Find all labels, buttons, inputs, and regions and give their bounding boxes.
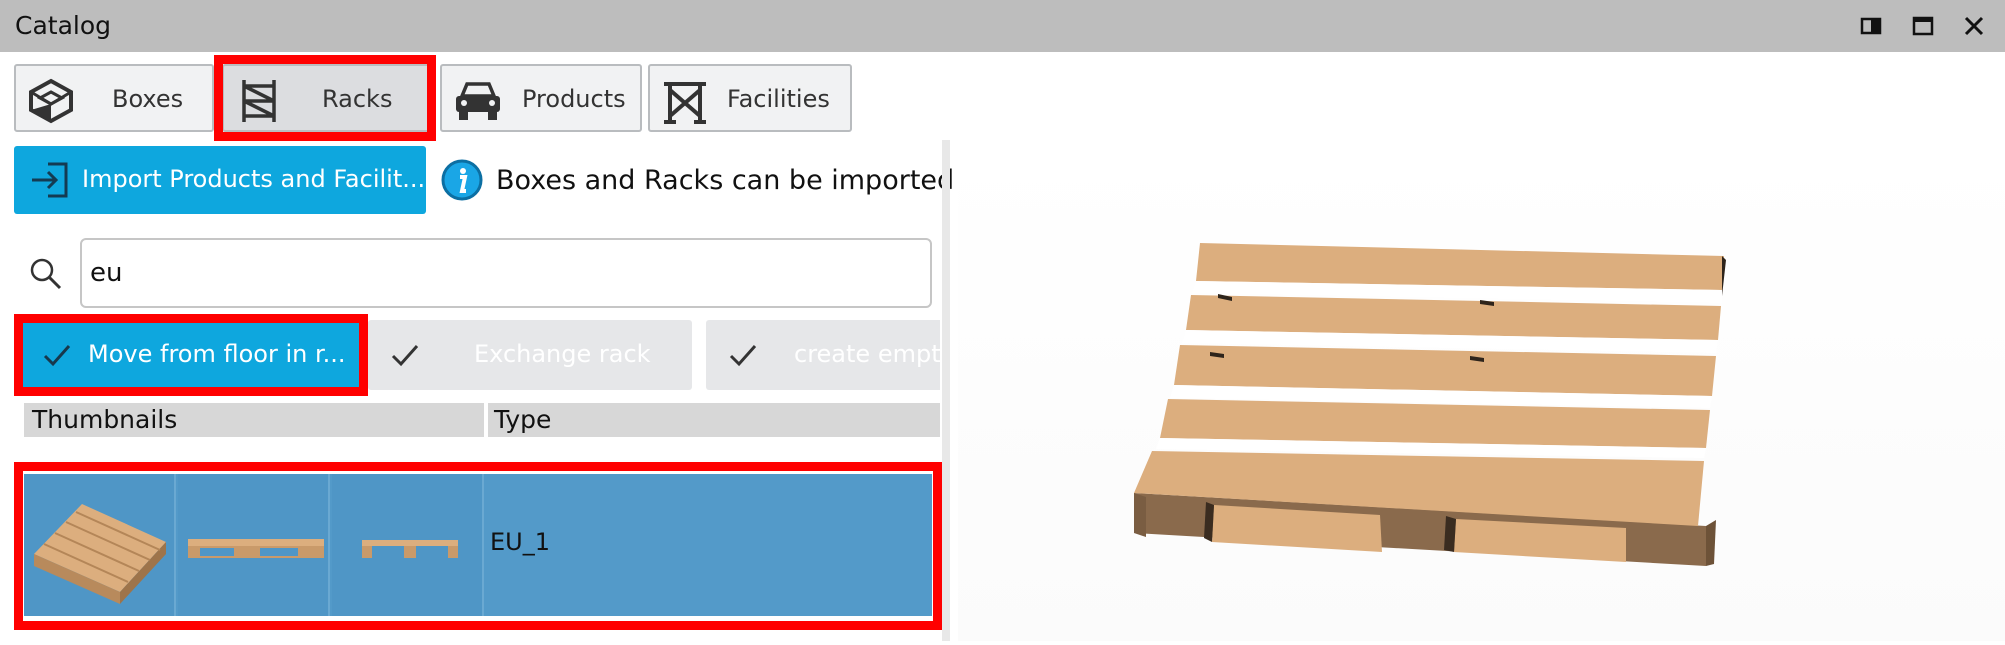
import-products-facilities-button[interactable]: Import Products and Facilit... [14,146,426,214]
filter-exchange-rack[interactable]: Exchange rack [368,320,692,390]
panel-splitter[interactable] [942,140,950,641]
pallet-side-icon [362,540,458,558]
info-text: Boxes and Racks can be imported via [496,165,960,196]
filter-bar: Move from floor in r... Exchange rack cr… [14,320,940,390]
facility-icon [664,82,706,124]
tab-facilities[interactable]: Facilities [648,64,852,132]
tab-racks[interactable]: Racks [222,64,432,132]
search-input[interactable] [80,238,932,308]
thumbnail-front [178,474,330,616]
pallet-3d-preview [1134,243,1726,566]
column-header-thumbnails[interactable]: Thumbnails [24,403,484,437]
tab-facilities-label: Facilities [727,85,830,113]
tab-racks-label: Racks [322,85,393,113]
window-title: Catalog [15,11,112,40]
pallet-thumbnail-icon [34,504,166,604]
search-icon [30,258,62,290]
filter-move-from-floor[interactable]: Move from floor in r... [20,320,366,390]
check-icon [43,345,71,367]
filter-move-from-floor-label: Move from floor in r... [88,340,346,368]
check-icon [729,345,757,367]
import-button-label: Import Products and Facilit... [82,165,426,193]
title-bar: Catalog [0,0,2005,52]
car-icon [456,82,500,120]
tab-boxes[interactable]: Boxes [14,64,214,132]
table-row[interactable]: EU_1 [24,474,932,616]
maximize-icon[interactable] [1909,12,1937,40]
tab-products[interactable]: Products [440,64,642,132]
preview-panel [958,150,2005,641]
dock-icon[interactable] [1858,12,1886,40]
check-icon [391,345,419,367]
tab-products-label: Products [522,85,626,113]
rack-icon [242,80,276,122]
tab-boxes-label: Boxes [112,85,184,113]
info-icon [441,159,483,201]
thumbnail-perspective [24,474,176,616]
column-header-type[interactable]: Type [488,403,940,437]
thumbnail-side [332,474,484,616]
info-message: Boxes and Racks can be imported via [440,146,960,214]
type-cell: EU_1 [490,528,550,556]
close-icon[interactable] [1960,12,1988,40]
filter-create-empty[interactable]: create empty [706,320,940,390]
pallet-front-icon [188,539,324,558]
import-icon [32,162,68,198]
filter-create-empty-label: create empty [794,340,940,368]
box-icon [29,78,73,124]
filter-exchange-rack-label: Exchange rack [474,340,651,368]
